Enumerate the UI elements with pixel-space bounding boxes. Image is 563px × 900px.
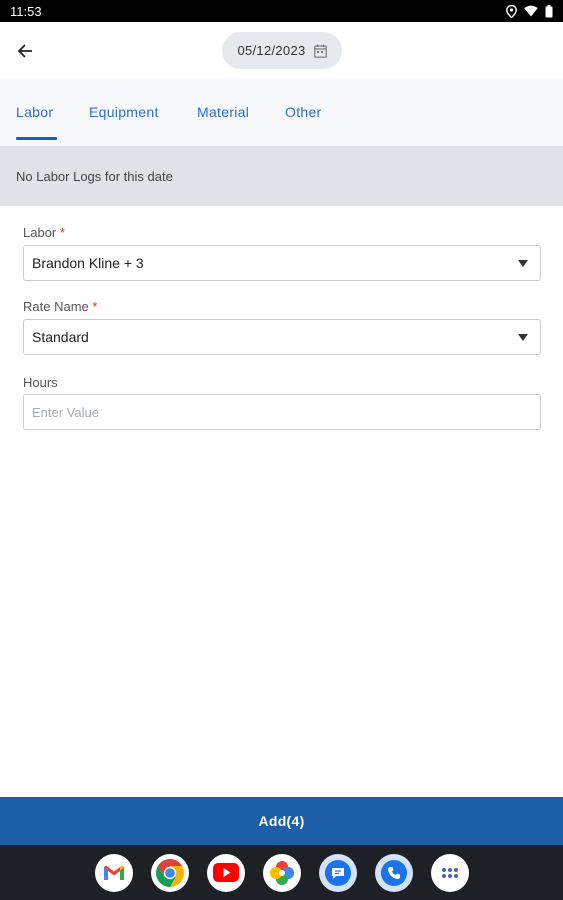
tab-equipment[interactable]: Equipment — [89, 104, 159, 120]
wifi-icon — [524, 5, 538, 17]
required-mark: * — [59, 225, 65, 240]
rate-name-select-value: Standard — [32, 329, 89, 345]
rate-name-select[interactable]: Standard — [23, 319, 541, 355]
add-button-label: Add(4) — [258, 813, 305, 829]
dropdown-caret-icon — [518, 333, 528, 341]
status-bar: 11:53 — [0, 0, 563, 22]
back-arrow-icon — [17, 44, 32, 58]
add-button[interactable]: Add(4) — [0, 797, 563, 845]
calendar-icon — [313, 44, 327, 58]
youtube-icon[interactable] — [206, 853, 245, 892]
app-header: 05/12/2023 — [0, 22, 563, 78]
status-time: 11:53 — [10, 3, 42, 19]
labor-label-text: Labor — [23, 225, 57, 240]
hours-label: Hours — [23, 375, 58, 390]
status-icons — [506, 4, 553, 18]
gmail-icon[interactable] — [94, 853, 133, 892]
app-dock — [0, 845, 563, 900]
dropdown-caret-icon — [518, 259, 528, 267]
back-button[interactable] — [12, 38, 38, 64]
labor-select-value: Brandon Kline + 3 — [32, 255, 144, 271]
date-text: 05/12/2023 — [237, 43, 306, 58]
battery-icon — [545, 4, 553, 17]
app-drawer-icon[interactable] — [430, 853, 469, 892]
empty-state-banner: No Labor Logs for this date — [0, 146, 563, 206]
photos-icon[interactable] — [262, 853, 301, 892]
tab-bar: Labor Equipment Material Other — [0, 78, 563, 146]
hours-input[interactable] — [23, 394, 541, 430]
messages-icon[interactable] — [318, 853, 357, 892]
hours-label-text: Hours — [23, 375, 58, 390]
rate-name-label-text: Rate Name — [23, 299, 89, 314]
tab-other[interactable]: Other — [285, 104, 322, 120]
tab-material[interactable]: Material — [197, 104, 249, 120]
location-icon — [506, 4, 517, 18]
required-mark: * — [92, 299, 98, 314]
labor-label: Labor * — [23, 225, 65, 240]
date-picker[interactable]: 05/12/2023 — [222, 32, 342, 69]
labor-select[interactable]: Brandon Kline + 3 — [23, 245, 541, 281]
rate-name-label: Rate Name * — [23, 299, 97, 314]
empty-state-text: No Labor Logs for this date — [16, 168, 173, 184]
chrome-icon[interactable] — [150, 853, 189, 892]
phone-icon[interactable] — [374, 853, 413, 892]
active-tab-indicator — [16, 137, 57, 140]
tab-labor[interactable]: Labor — [16, 104, 53, 120]
